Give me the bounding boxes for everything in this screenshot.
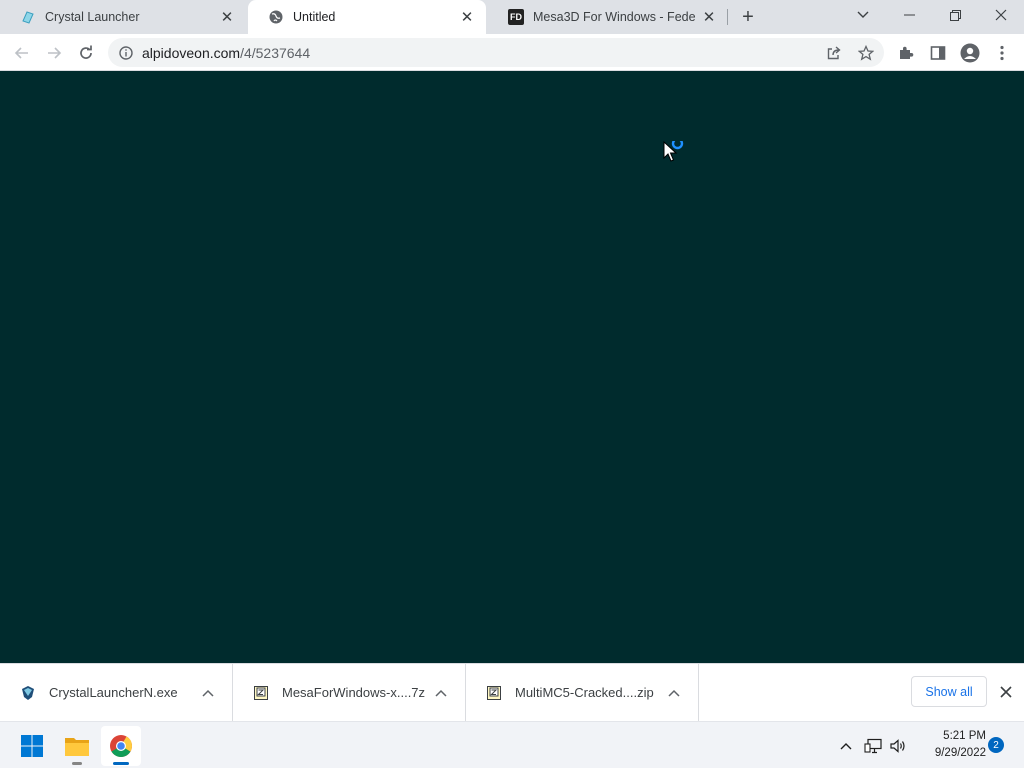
- tab-title: Untitled: [293, 10, 336, 24]
- download-shelf: CrystalLauncherN.exe MesaForWindows-x...…: [0, 663, 1024, 721]
- browser-toolbar: alpidoveon.com/4/5237644: [0, 34, 1024, 71]
- close-icon: [1000, 686, 1012, 698]
- window-close-button[interactable]: [978, 0, 1024, 30]
- reload-button[interactable]: [72, 39, 100, 67]
- reload-icon: [80, 45, 92, 59]
- busy-cursor-icon: [663, 137, 687, 168]
- chevron-down-icon: [857, 11, 869, 18]
- system-clock[interactable]: 5:21 PM 9/29/2022: [912, 728, 986, 762]
- extensions-button[interactable]: [892, 39, 920, 67]
- notification-badge[interactable]: 2: [988, 737, 1004, 753]
- share-icon[interactable]: [820, 39, 848, 67]
- windows-logo-icon: [21, 735, 43, 757]
- chrome-icon: [110, 735, 132, 757]
- download-filename: MesaForWindows-x....7z: [282, 685, 426, 700]
- arrow-right-icon: [48, 47, 62, 59]
- minimize-icon: [903, 14, 915, 16]
- start-button[interactable]: [12, 726, 52, 766]
- chevron-up-icon[interactable]: [429, 681, 453, 705]
- crystal-icon: [20, 9, 36, 25]
- side-panel-icon: [930, 46, 946, 60]
- archive-icon: [486, 685, 502, 701]
- kebab-menu-icon: [1000, 45, 1004, 61]
- avatar-icon: [960, 43, 980, 63]
- show-hidden-icons-button[interactable]: [836, 722, 856, 768]
- download-item[interactable]: CrystalLauncherN.exe: [0, 664, 233, 721]
- crystal-launcher-icon: [20, 685, 36, 701]
- show-all-button[interactable]: Show all: [911, 676, 987, 707]
- tab-crystal-launcher[interactable]: Crystal Launcher ✕: [0, 0, 246, 34]
- tab-separator: [727, 9, 728, 25]
- download-item[interactable]: MultiMC5-Cracked....zip: [466, 664, 699, 721]
- url-path: /4/5237644: [240, 44, 311, 61]
- restore-button[interactable]: [932, 0, 978, 30]
- chevron-up-icon[interactable]: [196, 681, 220, 705]
- running-indicator: [113, 762, 129, 765]
- chevron-up-icon: [840, 742, 852, 749]
- chrome-taskbar-button[interactable]: [101, 726, 141, 766]
- clock-time: 5:21 PM: [943, 730, 986, 742]
- fd-icon: FD: [508, 9, 524, 25]
- arrow-left-icon: [14, 47, 28, 59]
- back-button[interactable]: [8, 39, 36, 67]
- profile-button[interactable]: [956, 39, 984, 67]
- url-text[interactable]: alpidoveon.com/4/5237644: [142, 45, 820, 61]
- globe-icon: [268, 9, 284, 25]
- puzzle-icon: [900, 46, 914, 59]
- forward-button[interactable]: [40, 39, 68, 67]
- page-content: [0, 71, 1024, 663]
- file-explorer-button[interactable]: [57, 726, 97, 766]
- close-icon[interactable]: ✕: [700, 8, 718, 26]
- download-filename: MultiMC5-Cracked....zip: [515, 685, 654, 700]
- restore-icon: [949, 9, 961, 21]
- menu-button[interactable]: [988, 39, 1016, 67]
- volume-icon[interactable]: [887, 722, 909, 768]
- archive-icon: [253, 685, 269, 701]
- close-icon: [995, 9, 1007, 21]
- info-icon[interactable]: [118, 45, 134, 61]
- tab-untitled[interactable]: Untitled ✕: [248, 0, 486, 34]
- folder-icon: [65, 738, 89, 756]
- close-icon[interactable]: ✕: [218, 8, 236, 26]
- bookmark-star-icon[interactable]: [852, 39, 880, 67]
- address-bar[interactable]: alpidoveon.com/4/5237644: [108, 38, 884, 67]
- network-icon[interactable]: [862, 722, 884, 768]
- tab-mesa3d[interactable]: FD Mesa3D For Windows - Federico ✕: [488, 0, 728, 34]
- tab-title: Mesa3D For Windows - Federico: [533, 10, 696, 24]
- download-item[interactable]: MesaForWindows-x....7z: [233, 664, 466, 721]
- tab-strip: Crystal Launcher ✕ Untitled ✕ FD Mesa3D …: [0, 0, 1024, 34]
- chevron-up-icon[interactable]: [662, 681, 686, 705]
- running-indicator: [72, 762, 82, 765]
- minimize-button[interactable]: [886, 0, 932, 30]
- windows-taskbar: 5:21 PM 9/29/2022 2: [0, 721, 1024, 768]
- tab-search-button[interactable]: [840, 0, 886, 30]
- new-tab-button[interactable]: +: [736, 5, 760, 29]
- url-host: alpidoveon.com: [142, 44, 241, 61]
- tab-title: Crystal Launcher: [45, 10, 140, 24]
- close-shelf-button[interactable]: [994, 680, 1018, 704]
- download-filename: CrystalLauncherN.exe: [49, 685, 178, 700]
- close-icon[interactable]: ✕: [458, 8, 476, 26]
- clock-date: 9/29/2022: [934, 747, 986, 759]
- side-panel-button[interactable]: [924, 39, 952, 67]
